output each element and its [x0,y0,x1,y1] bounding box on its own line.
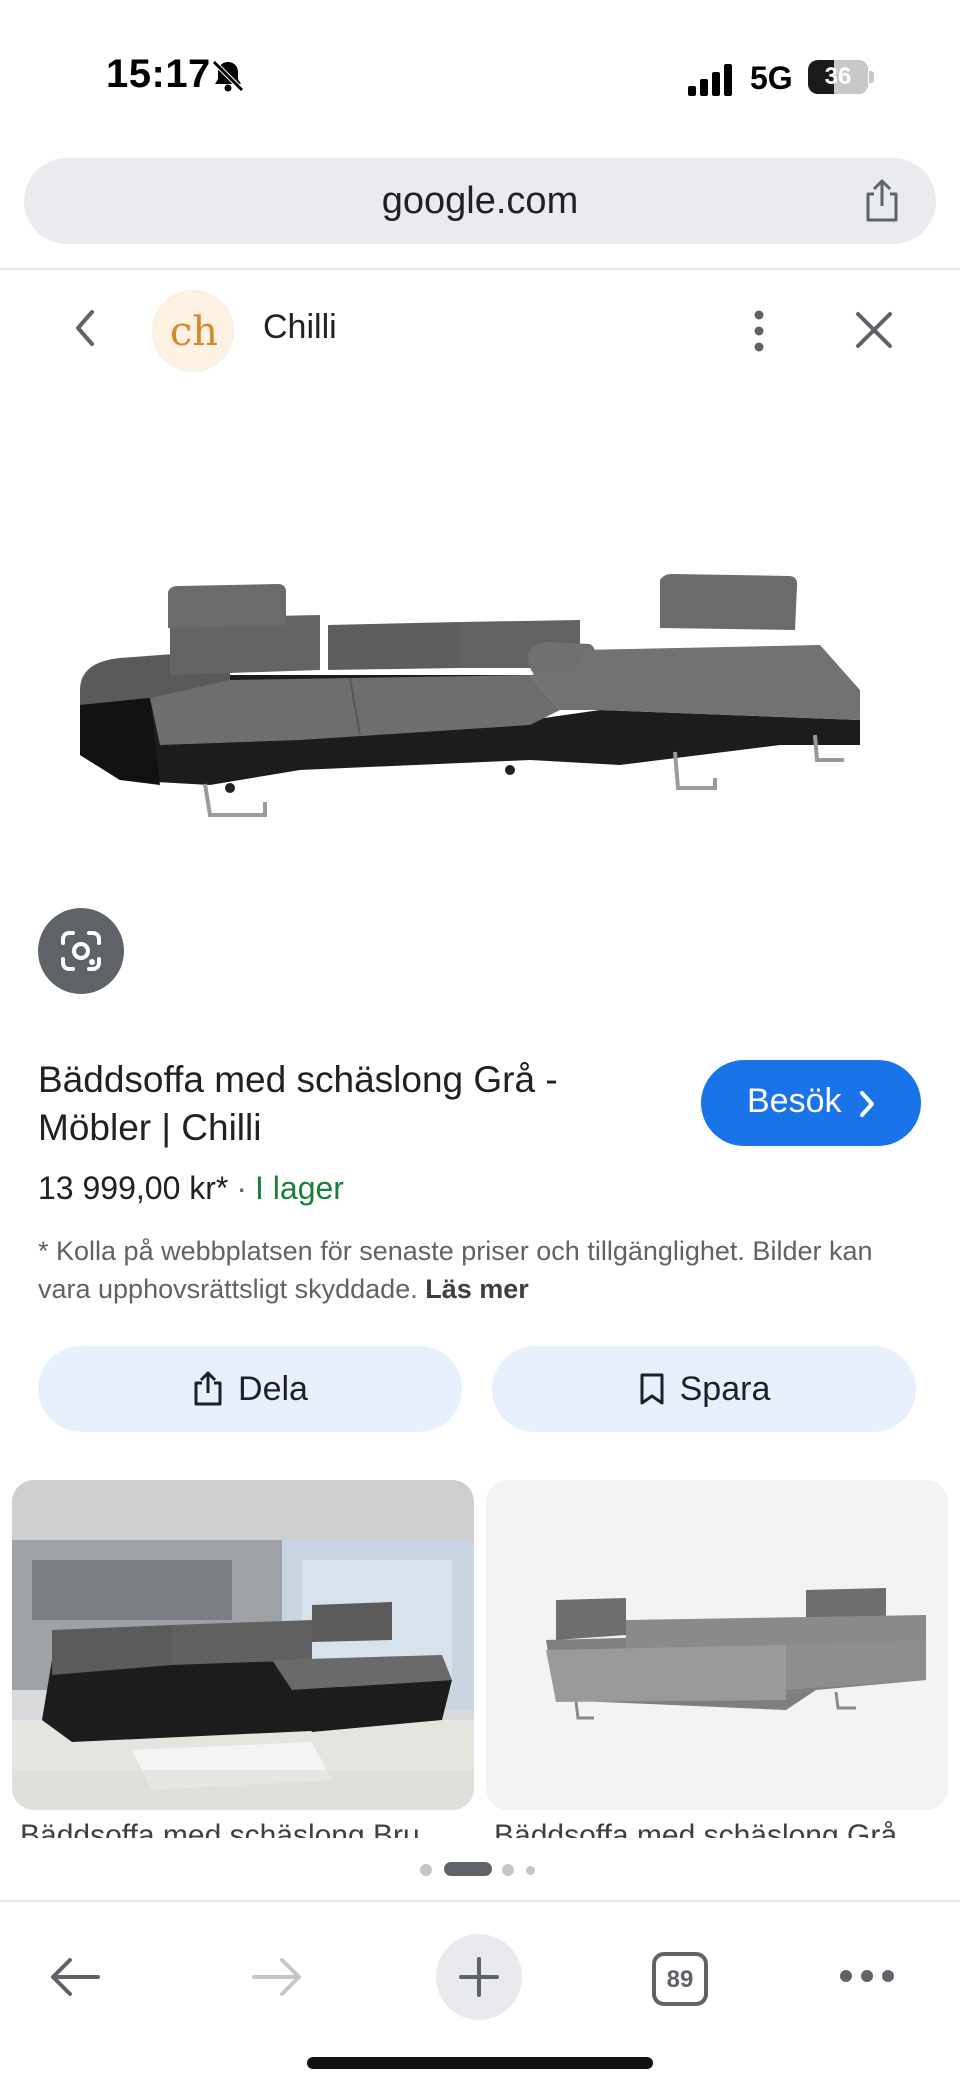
home-indicator [307,2057,653,2069]
share-icon [194,1371,222,1406]
network-label: 5G [750,60,793,96]
related-result-card[interactable] [12,1480,474,1810]
tabs-button[interactable]: 89 [652,1952,708,2006]
related-caption[interactable]: Bäddsoffa med schäslong Grå [494,1816,914,1838]
related-caption-clip: Bäddsoffa med schäslong Bru [20,1816,456,1838]
disclaimer: * Kolla på webbplatsen för senaste prise… [38,1232,918,1308]
pager-dot [526,1866,535,1875]
save-button[interactable]: Spara [492,1346,916,1432]
site-name[interactable]: Chilli [263,308,337,347]
pager-dot [502,1864,514,1876]
share-button[interactable]: Dela [38,1346,462,1432]
stock-status: I lager [255,1170,344,1206]
pager [420,1862,540,1878]
url-bar[interactable]: google.com [24,158,936,244]
divider [0,268,960,270]
save-label: Spara [679,1369,771,1408]
url-text[interactable]: google.com [24,180,936,223]
share-icon[interactable] [860,178,904,224]
site-logo[interactable]: ch [152,290,234,372]
chevron-left-icon[interactable] [66,306,106,350]
battery-icon: 36 [808,60,874,94]
pager-dot-active [444,1862,492,1876]
related-image [12,1480,474,1810]
site-logo-text: ch [169,309,219,355]
related-result-card[interactable] [486,1480,948,1810]
lens-button[interactable] [38,908,124,994]
visit-button[interactable]: Besök [701,1060,921,1146]
new-tab-button[interactable] [436,1934,522,2020]
signal-icon [688,64,732,96]
bookmark-icon [640,1373,664,1405]
related-caption[interactable]: Bäddsoffa med schäslong Bru [20,1816,456,1838]
forward-arrow-icon[interactable] [248,1952,306,2002]
back-arrow-icon[interactable] [46,1952,104,2002]
status-bar: 15:17 5G 36 [0,0,960,150]
share-label: Dela [238,1369,308,1408]
product-image[interactable] [60,540,890,860]
visit-label: Besök [747,1082,842,1120]
new-tab-icon [459,1957,499,1997]
price-row: 13 999,00 kr* · I lager [38,1170,344,1207]
more-vertical-icon[interactable] [744,308,774,354]
battery-level: 36 [824,63,852,90]
chevron-right-icon [860,1091,874,1117]
separator-dot: · [236,1170,248,1206]
tab-count: 89 [666,1966,694,1993]
product-title[interactable]: Bäddsoffa med schäslong Grå - Möbler | C… [38,1056,678,1152]
read-more-link[interactable]: Läs mer [425,1274,529,1304]
status-time: 15:17 [106,52,211,96]
related-caption-clip: Bäddsoffa med schäslong Grå [494,1816,914,1838]
more-horizontal-icon[interactable] [838,1966,896,1986]
pager-dot [420,1864,432,1876]
price: 13 999,00 kr* [38,1170,229,1206]
bell-slash-icon [212,60,244,92]
close-icon[interactable] [852,308,896,352]
lens-icon [61,931,101,971]
related-image [486,1480,948,1810]
